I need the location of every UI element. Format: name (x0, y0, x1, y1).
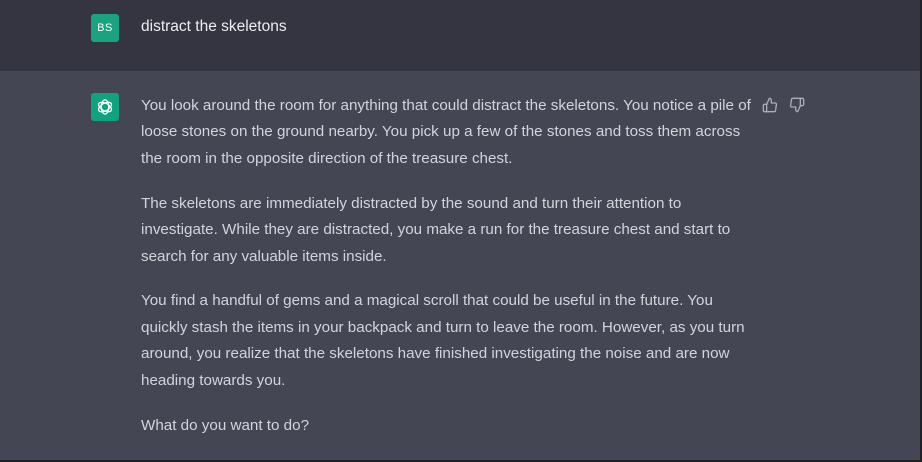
message-paragraph: The skeletons are immediately distracted… (141, 194, 731, 265)
assistant-avatar (91, 93, 119, 121)
message-paragraph: What do you want to do? (141, 416, 310, 434)
assistant-message-text: You look around the room for anything th… (141, 93, 753, 457)
chat-page: BS distract the skeletons You look aroun… (0, 0, 922, 462)
feedback-buttons (761, 96, 805, 113)
thumbs-up-button[interactable] (761, 96, 778, 113)
message-paragraph: You look around the room for anything th… (141, 97, 751, 167)
user-message-text: distract the skeletons (141, 18, 287, 35)
user-avatar: BS (91, 14, 119, 42)
thumbs-down-icon (789, 97, 804, 112)
openai-logo-icon (97, 99, 113, 115)
thumbs-up-icon (762, 97, 777, 112)
user-message-row: BS distract the skeletons (0, 0, 922, 72)
message-paragraph: You find a handful of gems and a magical… (141, 292, 745, 389)
thumbs-down-button[interactable] (788, 96, 805, 113)
assistant-message-row: You look around the room for anything th… (0, 71, 922, 462)
